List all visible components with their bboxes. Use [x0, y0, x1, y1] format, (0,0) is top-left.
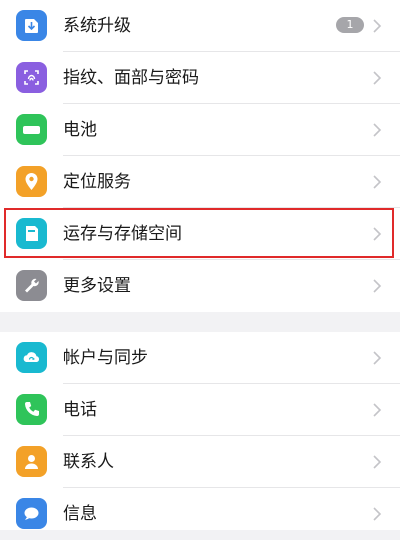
chevron-right-icon — [372, 0, 382, 52]
settings-item-system-update[interactable]: 系统升级 1 — [0, 0, 400, 52]
settings-item-battery[interactable]: 电池 — [0, 104, 400, 156]
settings-group-primary: 系统升级 1 指纹、面部与密码 电池 定位服务 运存与存储空间 更多设置 — [0, 0, 400, 312]
settings-item-label: 帐户与同步 — [63, 348, 148, 368]
update-count-badge: 1 — [336, 17, 364, 33]
chevron-right-icon — [372, 156, 382, 208]
storage-icon — [16, 218, 47, 249]
chevron-right-icon — [372, 384, 382, 436]
settings-item-label: 更多设置 — [63, 276, 131, 296]
cloud-sync-icon — [16, 342, 47, 373]
settings-item-location-services[interactable]: 定位服务 — [0, 156, 400, 208]
chevron-right-icon — [372, 104, 382, 156]
settings-item-label: 电话 — [63, 400, 97, 420]
chevron-right-icon — [372, 332, 382, 384]
message-icon — [16, 498, 47, 529]
settings-item-messages[interactable]: 信息 — [0, 488, 400, 540]
settings-item-label: 系统升级 — [63, 16, 131, 36]
wrench-icon — [16, 270, 47, 301]
settings-item-label: 信息 — [63, 504, 97, 524]
location-icon — [16, 166, 47, 197]
chevron-right-icon — [372, 208, 382, 260]
contacts-icon — [16, 446, 47, 477]
phone-icon — [16, 394, 47, 425]
battery-icon — [16, 114, 47, 145]
settings-item-label: 电池 — [63, 120, 97, 140]
system-update-icon — [16, 10, 47, 41]
settings-item-account-and-sync[interactable]: 帐户与同步 — [0, 332, 400, 384]
settings-item-label: 指纹、面部与密码 — [63, 68, 199, 88]
settings-item-label: 联系人 — [63, 452, 114, 472]
chevron-right-icon — [372, 52, 382, 104]
chevron-right-icon — [372, 260, 382, 312]
settings-item-more-settings[interactable]: 更多设置 — [0, 260, 400, 312]
settings-item-contacts[interactable]: 联系人 — [0, 436, 400, 488]
settings-item-phone[interactable]: 电话 — [0, 384, 400, 436]
settings-item-label: 运存与存储空间 — [63, 224, 182, 244]
settings-item-ram-and-storage[interactable]: 运存与存储空间 — [0, 208, 400, 260]
settings-item-fingerprint-face-password[interactable]: 指纹、面部与密码 — [0, 52, 400, 104]
settings-item-label: 定位服务 — [63, 172, 131, 192]
chevron-right-icon — [372, 436, 382, 488]
settings-group-apps: 帐户与同步 电话 联系人 信息 — [0, 332, 400, 530]
chevron-right-icon — [372, 488, 382, 540]
fingerprint-icon — [16, 62, 47, 93]
